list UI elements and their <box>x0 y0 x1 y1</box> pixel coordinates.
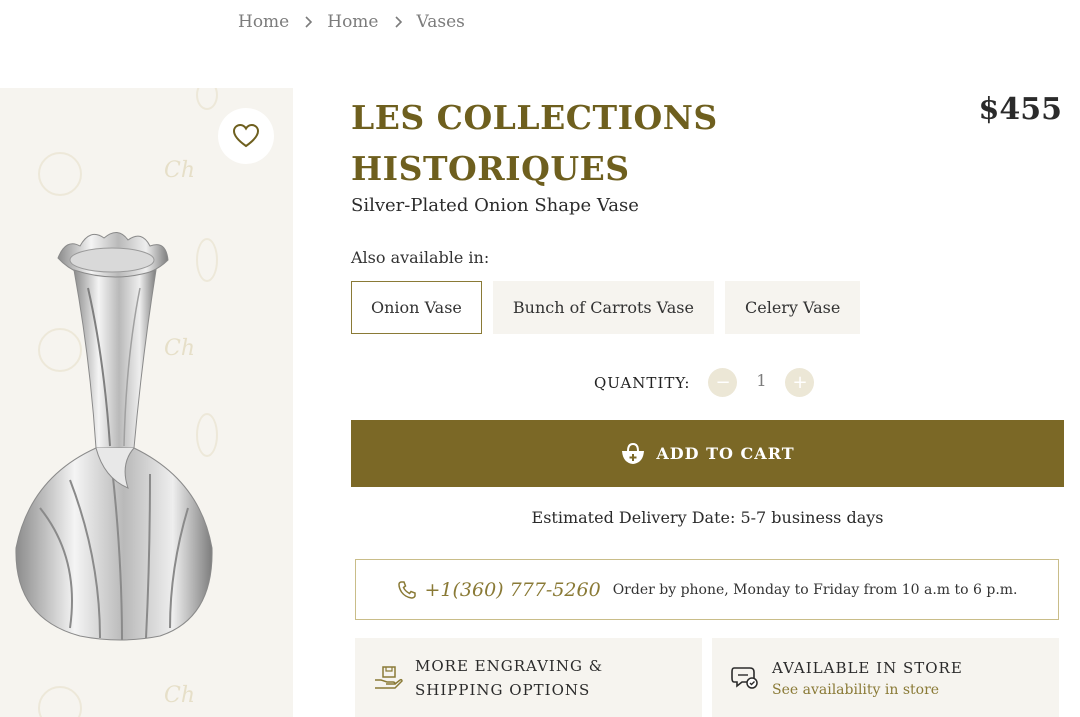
breadcrumb-item-home-2[interactable]: Home <box>327 12 378 32</box>
store-availability-card[interactable]: AVAILABLE IN STORE See availability in s… <box>712 638 1059 717</box>
breadcrumb: Home Home Vases <box>238 12 465 32</box>
quantity-increase-button[interactable]: + <box>785 368 815 397</box>
phone-number-link[interactable]: +1(360) 777-5260 <box>425 579 601 601</box>
product-price: $455 <box>978 92 1063 127</box>
chevron-right-icon <box>303 16 313 28</box>
quantity-stepper: QUANTITY: − 1 + <box>594 368 815 397</box>
chevron-right-icon <box>393 16 403 28</box>
phone-icon <box>397 580 416 599</box>
engraving-shipping-card[interactable]: MORE ENGRAVING & SHIPPING OPTIONS <box>355 638 702 717</box>
heart-icon <box>232 123 260 148</box>
engraving-title-line2: SHIPPING OPTIONS <box>415 680 591 699</box>
quantity-label: QUANTITY: <box>594 373 691 392</box>
store-title: AVAILABLE IN STORE <box>772 658 963 677</box>
product-image[interactable]: Ch Ch Ch <box>0 88 293 717</box>
variant-bunch-of-carrots-vase[interactable]: Bunch of Carrots Vase <box>492 281 714 334</box>
variant-celery-vase[interactable]: Celery Vase <box>724 281 861 334</box>
breadcrumb-item-home[interactable]: Home <box>238 12 289 32</box>
add-to-cart-label: ADD TO CART <box>656 444 795 463</box>
favorite-button[interactable] <box>218 108 274 164</box>
add-to-cart-button[interactable]: ADD TO CART <box>351 420 1064 487</box>
quantity-decrease-button[interactable]: − <box>708 368 738 397</box>
breadcrumb-item-vases[interactable]: Vases <box>417 12 465 32</box>
store-availability-link[interactable]: See availability in store <box>772 680 963 700</box>
product-subtitle: Silver-Plated Onion Shape Vase <box>351 195 639 216</box>
variants-label: Also available in: <box>351 248 490 267</box>
basket-plus-icon <box>622 442 645 464</box>
hand-box-icon <box>373 664 403 692</box>
phone-hours-note: Order by phone, Monday to Friday from 10… <box>612 581 1018 598</box>
product-brand-title: LES COLLECTIONS HISTORIQUES <box>351 98 718 188</box>
phone-order-box: +1(360) 777-5260 Order by phone, Monday … <box>355 559 1059 620</box>
store-chat-icon <box>730 664 760 692</box>
delivery-estimate: Estimated Delivery Date: 5-7 business da… <box>531 508 884 527</box>
engraving-title-line1: MORE ENGRAVING & <box>415 656 604 675</box>
vase-image <box>15 232 213 641</box>
variant-options: Onion Vase Bunch of Carrots Vase Celery … <box>351 281 861 334</box>
quantity-value[interactable]: 1 <box>737 371 785 390</box>
variant-onion-vase[interactable]: Onion Vase <box>351 281 482 334</box>
